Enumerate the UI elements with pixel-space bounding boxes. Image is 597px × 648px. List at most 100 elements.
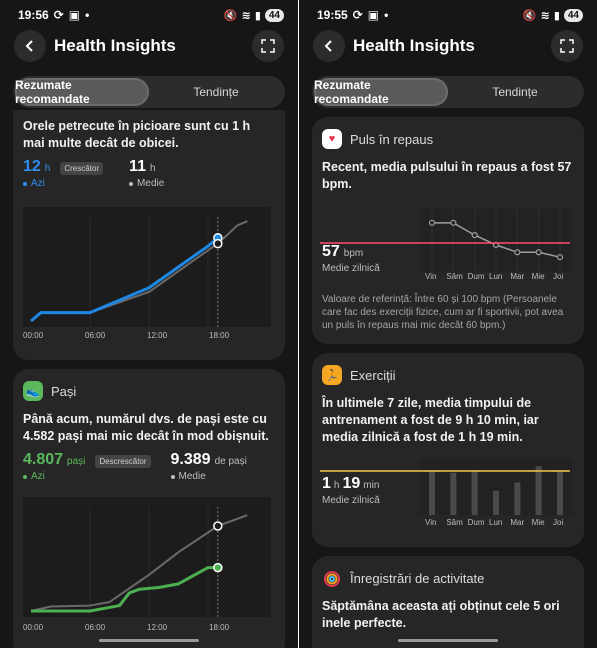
pulse-chart-svg (428, 209, 564, 271)
back-arrow-icon (324, 40, 332, 52)
running-icon: 🏃 (322, 365, 342, 385)
x-tick: Mie (531, 518, 545, 527)
current-point (213, 562, 223, 573)
home-indicator[interactable] (99, 639, 199, 642)
x-tick: 06:00 (85, 331, 106, 340)
x-tick: Vin (425, 518, 437, 527)
x-tick: Mar (510, 518, 525, 527)
x-tick: 12:00 (147, 331, 168, 340)
x-tick: 06:00 (85, 623, 106, 632)
tab-trends[interactable]: Tendințe (149, 78, 283, 106)
expand-button[interactable] (252, 30, 284, 62)
activity-title: Înregistrări de activitate (350, 570, 485, 586)
dot-icon: • (384, 8, 389, 22)
mute-icon: 🔇 (223, 9, 238, 22)
x-tick: Dum (467, 518, 485, 527)
walk-icon: 👟 (23, 381, 43, 401)
pulse-average-line (320, 242, 570, 244)
x-tick: 12:00 (147, 623, 168, 632)
mute-icon: 🔇 (522, 9, 537, 22)
page-title: Health Insights (353, 36, 475, 55)
x-tick: Vin (425, 272, 437, 281)
wifi-icon: ≋ (540, 9, 550, 22)
pulse-note: Valoare de referință: Între 60 și 100 bp… (322, 294, 564, 331)
pulse-metric: 57 bpm Medie zilnică (322, 243, 380, 274)
status-bar: 19:55 ⟳ ▣ • 🔇 ≋ ▮ 44 (299, 0, 597, 30)
heart-icon: ♥ (322, 129, 342, 149)
resting-pulse-card[interactable]: ♥ Puls în repaus Recent, media pulsului … (312, 117, 584, 344)
dot-icon: • (85, 8, 90, 22)
left-screen: 19:56 ⟳ ▣ • 🔇 ≋ ▮ 44 Health Insights Rez… (0, 0, 298, 648)
standing-card[interactable]: Orele petrecute în picioare sunt cu 1 h … (13, 110, 285, 360)
standing-today-unit: h (44, 163, 51, 174)
steps-avg-unit: de pași (214, 456, 247, 467)
exercise-card[interactable]: 🏃 Exerciții În ultimele 7 zile, media ti… (312, 353, 584, 547)
wifi-icon: ≋ (241, 9, 251, 22)
exercise-chart (420, 459, 572, 515)
expand-icon (560, 39, 574, 53)
activity-card[interactable]: Înregistrări de activitate Săptămâna ace… (312, 556, 584, 648)
pulse-text: Recent, media pulsului în repaus a fost … (322, 160, 572, 191)
standing-avg-value: 11 (129, 158, 146, 175)
tab-trends[interactable]: Tendințe (448, 78, 582, 106)
tab-recommended[interactable]: Rezumate recomandate (314, 78, 448, 106)
steps-card[interactable]: 👟 Pași Până acum, numărul dvs. de pași e… (13, 369, 285, 648)
steps-text: Până acum, numărul dvs. de pași este cu … (23, 412, 269, 443)
pulse-point (535, 249, 542, 256)
exercise-minutes: 19 (342, 475, 361, 492)
current-point (213, 521, 223, 531)
exercise-bar (535, 466, 542, 515)
pulse-label: Medie zilnică (322, 263, 380, 274)
battery-icon: 44 (264, 8, 284, 22)
notification-icon: ▣ (68, 8, 81, 22)
trend-badge: Crescător (60, 162, 104, 175)
exercise-label: Medie zilnică (322, 495, 380, 506)
home-indicator[interactable] (398, 639, 498, 642)
x-tick: Joi (553, 518, 564, 527)
tab-recommended[interactable]: Rezumate recomandate (15, 78, 149, 106)
back-button[interactable] (313, 30, 345, 62)
back-button[interactable] (14, 30, 46, 62)
x-tick: 00:00 (23, 623, 44, 632)
standing-text: Orele petrecute în picioare sunt cu 1 h … (23, 119, 251, 150)
standing-average: 11 h Medie (129, 158, 164, 189)
tab-bar: Rezumate recomandate Tendințe (13, 76, 285, 108)
expand-icon (261, 39, 275, 53)
pulse-point (450, 219, 457, 226)
app-header: Health Insights (0, 30, 298, 62)
back-arrow-icon (25, 40, 33, 52)
expand-button[interactable] (551, 30, 583, 62)
x-tick: Mar (510, 272, 525, 281)
status-bar: 19:56 ⟳ ▣ • 🔇 ≋ ▮ 44 (0, 0, 298, 30)
current-point (213, 238, 223, 249)
pulse-unit: bpm (343, 248, 364, 259)
exercise-bar (471, 471, 478, 515)
steps-chart-svg (30, 507, 248, 617)
steps-today-unit: pași (67, 456, 86, 467)
pulse-point (428, 219, 436, 226)
trend-badge: Descrescător (95, 455, 151, 468)
x-tick: Sâm (446, 272, 463, 281)
steps-chart (23, 497, 271, 617)
exercise-bar (450, 472, 457, 515)
app-header: Health Insights (299, 30, 597, 62)
sync-icon: ⟳ (53, 8, 64, 22)
exercise-chart-svg (429, 466, 563, 515)
pulse-point (556, 254, 564, 261)
standing-chart-svg (30, 217, 248, 327)
pulse-chart (420, 209, 572, 271)
steps-today-label: Azi (31, 471, 45, 482)
standing-avg-unit: h (149, 163, 156, 174)
series-line (30, 236, 219, 323)
x-tick: Lun (489, 518, 503, 527)
series-line (31, 566, 218, 613)
page-title: Health Insights (54, 36, 176, 55)
exercise-metric: 1 h 19 min Medie zilnică (322, 475, 380, 506)
x-tick: 18:00 (209, 623, 230, 632)
status-time: 19:56 (18, 8, 49, 22)
pulse-point (514, 249, 521, 256)
x-tick: Mie (531, 272, 545, 281)
notification-icon: ▣ (367, 8, 380, 22)
exercise-minutes-unit: min (363, 480, 380, 491)
x-tick: 00:00 (23, 331, 44, 340)
